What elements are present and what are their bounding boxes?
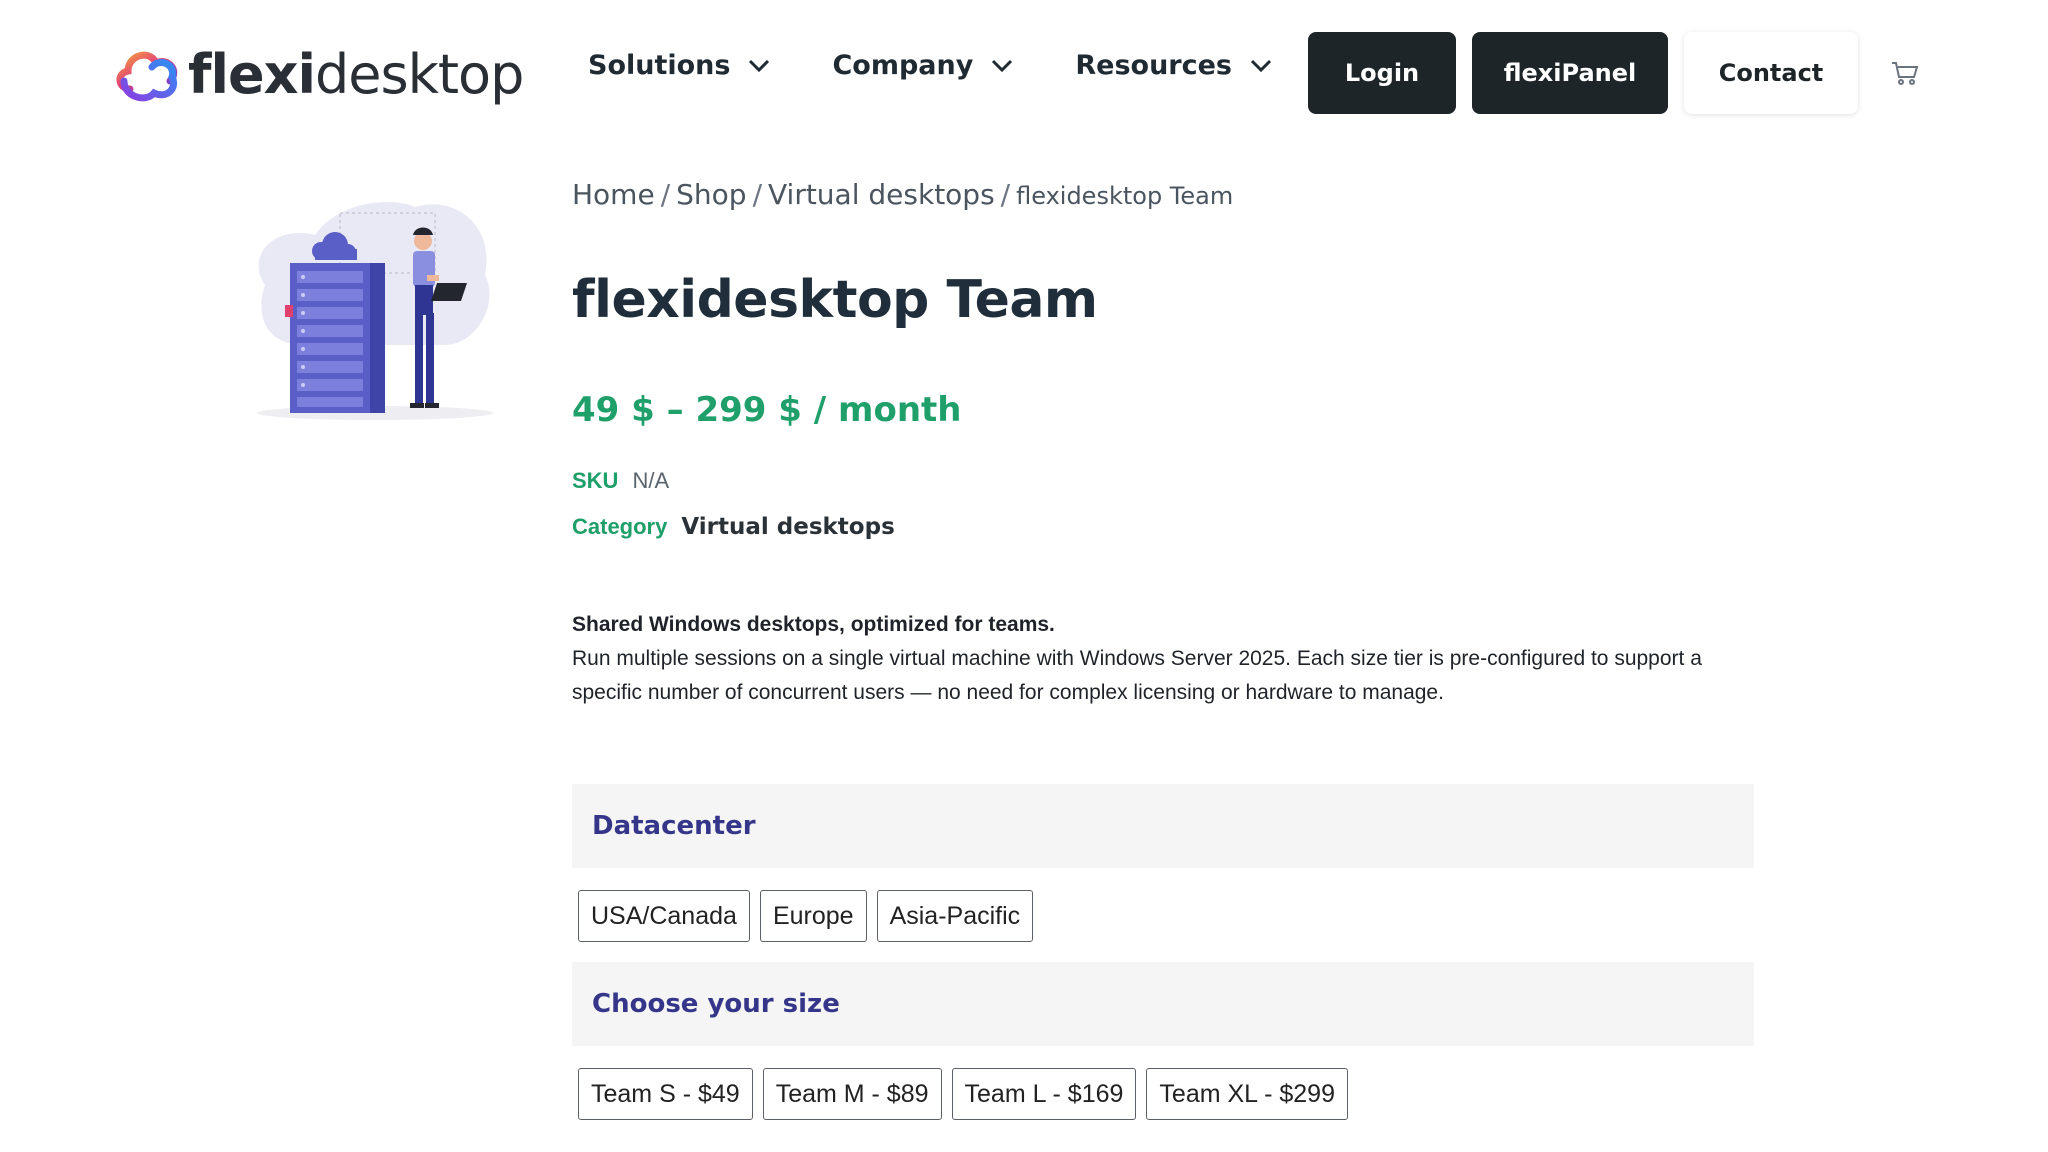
breadcrumb-shop[interactable]: Shop: [676, 178, 746, 211]
product-description: Shared Windows desktops, optimized for t…: [572, 608, 1752, 710]
breadcrumb: Home / Shop / Virtual desktops / flexide…: [572, 178, 1752, 218]
chevron-down-icon: [992, 59, 1013, 72]
sku-label: SKU: [572, 468, 619, 493]
flexipanel-button[interactable]: flexiPanel: [1472, 32, 1668, 114]
breadcrumb-home[interactable]: Home: [572, 178, 655, 211]
contact-button[interactable]: Contact: [1684, 32, 1858, 114]
login-button[interactable]: Login: [1308, 32, 1456, 114]
size-options: Team S - $49 Team M - $89 Team L - $169 …: [572, 1046, 1752, 1140]
size-option-team-l[interactable]: Team L - $169: [951, 1068, 1137, 1120]
category-link[interactable]: Virtual desktops: [681, 514, 894, 540]
nav-resources[interactable]: Resources: [1075, 50, 1272, 81]
breadcrumb-virtual-desktops[interactable]: Virtual desktops: [768, 178, 995, 211]
brand-wordmark: flexidesktop: [188, 42, 524, 106]
datacenter-option-usa-canada[interactable]: USA/Canada: [578, 890, 750, 942]
datacenter-options: USA/Canada Europe Asia-Pacific: [572, 868, 1752, 962]
nav-company-label: Company: [832, 50, 974, 81]
main-nav: Solutions Company Resources: [588, 50, 1334, 81]
chevron-down-icon: [749, 59, 770, 72]
site-header: flexidesktop Solutions Company Resources…: [0, 0, 2048, 148]
product-meta: SKU N/A Category Virtual desktops: [572, 468, 1752, 560]
nav-resources-label: Resources: [1075, 50, 1233, 81]
product-title: flexidesktop Team: [572, 270, 1098, 330]
size-option-team-m[interactable]: Team M - $89: [762, 1068, 942, 1120]
sku-value: N/A: [632, 468, 670, 493]
breadcrumb-separator: /: [752, 178, 762, 211]
product-illustration: [257, 202, 493, 420]
category-row: Category Virtual desktops: [572, 514, 1752, 560]
size-option-team-s[interactable]: Team S - $49: [578, 1068, 753, 1120]
datacenter-heading: Datacenter: [572, 784, 1754, 868]
description-body: Run multiple sessions on a single virtua…: [572, 647, 1702, 704]
cart-icon[interactable]: [1890, 58, 1920, 88]
size-heading: Choose your size: [572, 962, 1754, 1046]
product-content: Home / Shop / Virtual desktops / flexide…: [572, 178, 1754, 1140]
category-label: Category: [572, 514, 668, 539]
datacenter-option-asia-pacific[interactable]: Asia-Pacific: [876, 890, 1034, 942]
nav-solutions-label: Solutions: [588, 50, 731, 81]
breadcrumb-current: flexidesktop Team: [1016, 182, 1234, 210]
datacenter-section: Datacenter USA/Canada Europe Asia-Pacifi…: [572, 784, 1754, 962]
brand-logo[interactable]: flexidesktop: [110, 34, 524, 114]
size-option-team-xl[interactable]: Team XL - $299: [1146, 1068, 1348, 1120]
size-section: Choose your size Team S - $49 Team M - $…: [572, 962, 1754, 1140]
cloud-logo-icon: [116, 51, 178, 102]
datacenter-option-europe[interactable]: Europe: [759, 890, 867, 942]
chevron-down-icon: [1250, 59, 1272, 72]
nav-solutions[interactable]: Solutions: [588, 50, 770, 81]
breadcrumb-separator: /: [1000, 178, 1011, 211]
nav-company[interactable]: Company: [832, 50, 1013, 81]
price-range: 49 $ – 299 $ / month: [572, 390, 962, 430]
breadcrumb-separator: /: [660, 178, 671, 211]
description-headline: Shared Windows desktops, optimized for t…: [572, 613, 1055, 636]
sku-row: SKU N/A: [572, 468, 1752, 514]
